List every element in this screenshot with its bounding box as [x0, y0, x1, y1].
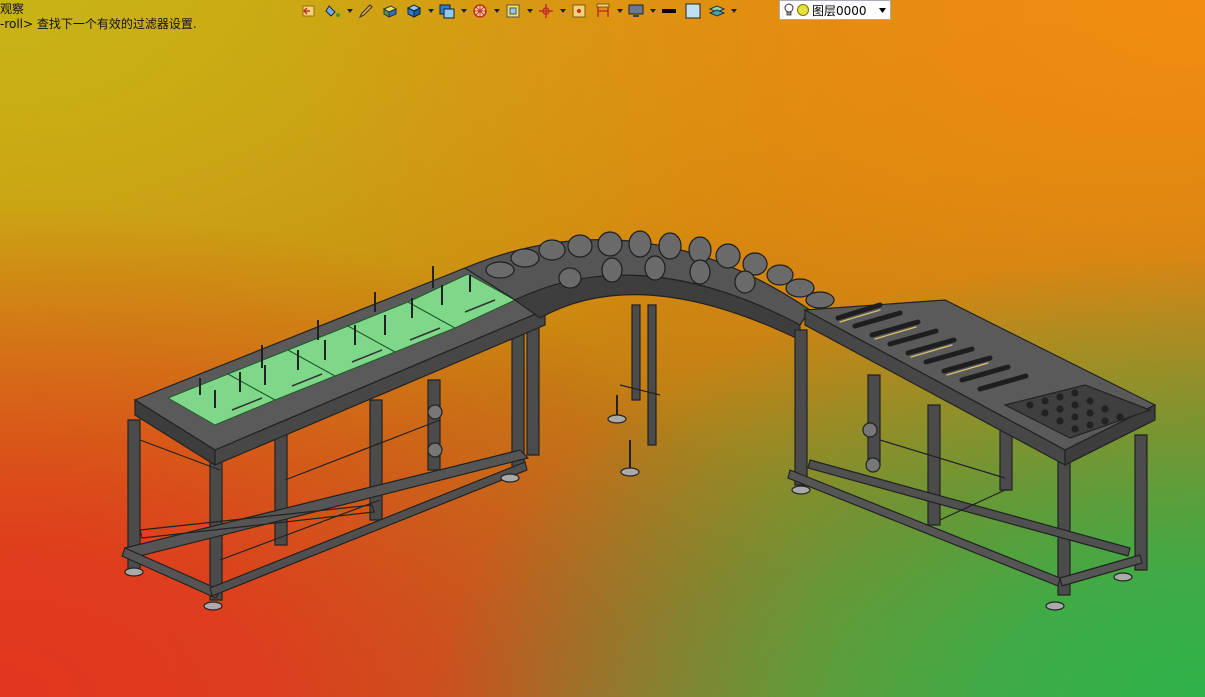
solid-cube-button[interactable] [403, 1, 425, 21]
shaded-box-button[interactable] [379, 1, 401, 21]
chevron-down-icon [616, 8, 623, 13]
toolbar-dropdown-arrow[interactable] [559, 1, 566, 21]
chevron-down-icon [559, 8, 566, 13]
toolbar-dropdown-arrow[interactable] [460, 1, 467, 21]
chevron-down-icon [493, 8, 500, 13]
status-line-2: -roll> 查找下一个有效的过滤器设置. [0, 17, 197, 31]
toolbar-dropdown-arrow[interactable] [493, 1, 500, 21]
color-swatch-icon [685, 3, 701, 18]
paint-bucket-icon [325, 4, 340, 17]
shaded-box-icon [382, 4, 398, 18]
status-line-1: 观察 [0, 2, 25, 16]
color-swatch-button[interactable] [682, 1, 704, 21]
section-wheel-button[interactable] [469, 1, 491, 21]
view-back-icon [302, 5, 315, 16]
origin-axis-button[interactable] [535, 1, 557, 21]
layers-icon [709, 4, 725, 17]
toolbar-dropdown-arrow[interactable] [346, 1, 353, 21]
toolbar-dropdown-arrow[interactable] [526, 1, 533, 21]
cad-viewport[interactable] [0, 0, 1205, 697]
origin-axis-icon [539, 3, 553, 18]
solid-cube-icon [406, 3, 422, 18]
command-status: 观察 -roll> 查找下一个有效的过滤器设置. [0, 2, 197, 32]
toolbar-dropdown-arrow[interactable] [730, 1, 737, 21]
section-wheel-icon [473, 3, 487, 18]
chevron-down-icon [427, 8, 434, 13]
lightbulb-icon[interactable] [784, 3, 794, 17]
chevron-down-icon[interactable] [879, 7, 886, 13]
right-conveyor-frame [787, 299, 1157, 611]
chevron-down-icon [346, 8, 353, 13]
line-style-icon [662, 8, 676, 13]
display-mode-button[interactable] [436, 1, 458, 21]
chevron-down-icon [649, 8, 656, 13]
paint-bucket-button[interactable] [322, 1, 344, 21]
display-mode-icon [439, 4, 455, 18]
chevron-down-icon [526, 8, 533, 13]
dimension-icon [596, 3, 610, 17]
toolbar-dropdown-arrow[interactable] [649, 1, 656, 21]
frame-view-button[interactable] [502, 1, 524, 21]
point-snap-icon [572, 4, 586, 17]
layer-dropdown[interactable]: 图层0000 [779, 0, 891, 20]
view-back-button[interactable] [298, 1, 320, 21]
line-style-button[interactable] [658, 1, 680, 21]
chevron-down-icon [730, 8, 737, 13]
pen-edit-icon [358, 3, 373, 18]
monitor-icon [628, 4, 644, 17]
point-snap-button[interactable] [568, 1, 590, 21]
toolbar-dropdown-arrow[interactable] [616, 1, 623, 21]
chevron-down-icon [460, 8, 467, 13]
sun-icon[interactable] [797, 4, 809, 16]
left-conveyor-frame [121, 267, 547, 611]
display-toolbar [298, 0, 737, 21]
pen-edit-button[interactable] [355, 1, 377, 21]
monitor-button[interactable] [625, 1, 647, 21]
toolbar-dropdown-arrow[interactable] [427, 1, 434, 21]
frame-view-icon [506, 4, 520, 17]
dimension-button[interactable] [592, 1, 614, 21]
layers-button[interactable] [706, 1, 728, 21]
layer-name: 图层0000 [812, 3, 867, 18]
